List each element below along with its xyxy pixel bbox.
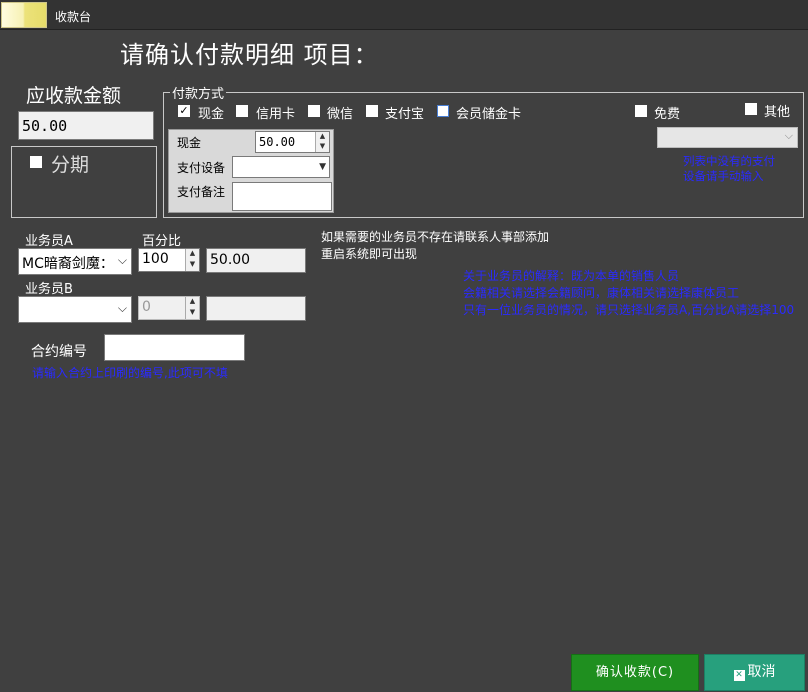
installment-label: 分期 (51, 154, 90, 176)
explanation-line-1: 关于业务员的解释：既为本单的销售人员 (463, 269, 680, 283)
app-icon (1, 2, 47, 28)
salesperson-a-select[interactable]: MC暗裔剑魔： ⌵ (18, 248, 132, 275)
other-payment-note: 列表中没有的支付设备请手动输入 (683, 154, 775, 183)
salesperson-b-percent-value: 0 (142, 299, 151, 315)
dropdown-arrow-icon: ▼ (319, 162, 326, 172)
salesperson-b-amount (206, 296, 306, 321)
amount-due-field: 50.00 (18, 111, 154, 140)
wechat-label: 微信 (327, 107, 354, 122)
cash-checkbox[interactable]: ✓ (178, 105, 190, 117)
payment-device-label: 支付设备 (177, 161, 226, 175)
free-label: 免费 (654, 107, 681, 122)
credit-card-checkbox[interactable] (236, 105, 248, 117)
chevron-down-icon: ⌵ (117, 253, 127, 267)
member-card-checkbox[interactable] (437, 105, 449, 117)
installment-checkbox[interactable] (30, 156, 42, 168)
other-payment-select[interactable]: ⌵ (657, 127, 798, 148)
cash-spin-buttons[interactable]: ▲ ▼ (315, 132, 329, 152)
chevron-down-icon: ⌵ (117, 301, 127, 315)
cash-method-label: 现金 (198, 107, 225, 122)
contract-number-label: 合约编号 (31, 344, 87, 360)
salesperson-explanation: 关于业务员的解释：既为本单的销售人员 会籍相关请选择会籍顾问，康体相关请选择康体… (463, 268, 794, 319)
spin-up-icon[interactable]: ▲ (316, 132, 329, 142)
payment-device-select[interactable]: ▼ (232, 156, 330, 178)
contract-note: 请输入合约上印刷的编号,此项可不填 (32, 366, 228, 380)
spin-down-icon[interactable]: ▼ (316, 142, 329, 152)
percent-b-spin-buttons[interactable]: ▲ ▼ (185, 297, 199, 319)
amount-due-label: 应收款金额 (26, 85, 122, 107)
salesperson-a-percent-value: 100 (142, 251, 169, 267)
page-title: 请确认付款明细 项目： (120, 41, 379, 69)
contract-number-input[interactable] (104, 334, 245, 361)
salesperson-info-line-1: 如果需要的业务员不存在请联系人事部添加 (321, 230, 550, 244)
confirm-payment-button[interactable]: 确认收款(C) (571, 654, 699, 691)
salesperson-info: 如果需要的业务员不存在请联系人事部添加 重启系统即可出现 (321, 229, 549, 263)
salesperson-info-line-2: 重启系统即可出现 (321, 247, 418, 261)
explanation-line-3: 只有一位业务员的情况，请只选择业务员A,百分比A请选择100 (463, 303, 795, 317)
title-bar (0, 0, 808, 30)
spin-up-icon[interactable]: ▲ (186, 249, 199, 260)
salesperson-a-value: MC暗裔剑魔： (22, 256, 114, 272)
spin-down-icon[interactable]: ▼ (186, 260, 199, 271)
wechat-checkbox[interactable] (308, 105, 320, 117)
free-checkbox[interactable] (635, 105, 647, 117)
other-label: 其他 (764, 105, 791, 120)
salesperson-a-amount: 50.00 (206, 248, 306, 273)
other-checkbox[interactable] (745, 103, 757, 115)
chevron-down-icon: ⌵ (784, 129, 793, 142)
payment-remark-input[interactable] (232, 182, 332, 211)
salesperson-a-percent-stepper[interactable]: 100 ▲ ▼ (138, 248, 200, 272)
cash-amount-stepper[interactable]: 50.00 ▲ ▼ (255, 131, 330, 153)
percent-label: 百分比 (142, 234, 182, 249)
window-title: 收款台 (55, 10, 92, 24)
spin-up-icon[interactable]: ▲ (186, 297, 199, 308)
salesperson-b-percent-stepper[interactable]: 0 ▲ ▼ (138, 296, 200, 320)
cash-amount-label: 现金 (177, 136, 202, 150)
explanation-line-2: 会籍相关请选择会籍顾问，康体相关请选择康体员工 (463, 286, 740, 300)
close-icon: ✕ (733, 670, 745, 681)
cash-amount-value: 50.00 (259, 135, 296, 149)
payment-remark-label: 支付备注 (177, 185, 226, 199)
percent-a-spin-buttons[interactable]: ▲ ▼ (185, 249, 199, 271)
confirm-payment-label: 确认收款(C) (595, 665, 675, 680)
alipay-checkbox[interactable] (366, 105, 378, 117)
credit-card-label: 信用卡 (256, 107, 296, 122)
payment-method-legend: 付款方式 (170, 83, 227, 102)
cancel-label: 取消 (747, 664, 776, 680)
salesperson-b-select[interactable]: ⌵ (18, 296, 132, 323)
alipay-label: 支付宝 (385, 107, 425, 122)
salesperson-a-label: 业务员A (25, 234, 73, 249)
spin-down-icon[interactable]: ▼ (186, 308, 199, 319)
salesperson-b-label: 业务员B (25, 282, 73, 297)
cancel-button[interactable]: ✕ 取消 (704, 654, 805, 691)
member-card-label: 会员储金卡 (456, 107, 522, 122)
